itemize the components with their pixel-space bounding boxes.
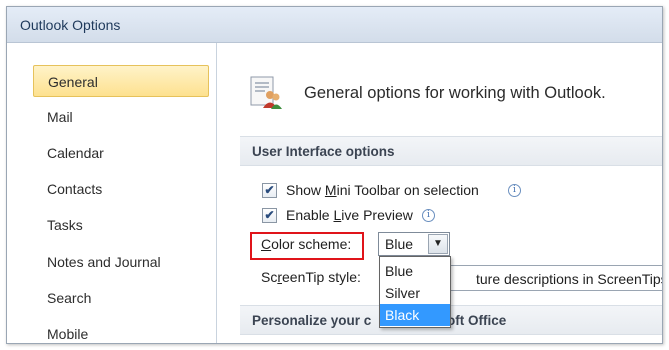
dropdown-option-black[interactable]: Black	[380, 304, 450, 326]
dropdown-option-silver[interactable]: Silver	[380, 282, 450, 304]
enable-live-preview-label[interactable]: Enable Live Preview	[286, 207, 413, 223]
label-text: Sc	[261, 269, 278, 285]
label-text: eenTip style:	[282, 269, 361, 285]
dropdown-option-blue[interactable]: Blue	[380, 260, 450, 282]
screentip-style-label: ScreenTip style:	[261, 269, 361, 285]
sidebar-item-mail[interactable]: Mail	[33, 101, 209, 133]
screentip-style-value: ture descriptions in ScreenTips	[476, 271, 663, 287]
general-options-panel: General options for working with Outlook…	[218, 43, 663, 343]
info-icon[interactable]: i	[422, 209, 435, 222]
color-scheme-value: Blue	[385, 236, 414, 252]
label-text: ini Toolbar on selection	[336, 182, 479, 198]
label-text: Enable	[286, 207, 334, 223]
label-text: Show	[286, 182, 325, 198]
enable-live-preview-checkbox[interactable]: ✔	[262, 208, 277, 223]
section-title: User Interface options	[252, 144, 395, 159]
color-scheme-select[interactable]: Blue ▼	[378, 232, 450, 256]
sidebar-item-general[interactable]: General	[33, 65, 209, 97]
window-title: Outlook Options	[20, 17, 121, 33]
show-mini-toolbar-label[interactable]: Show Mini Toolbar on selection	[286, 182, 479, 198]
chevron-down-icon[interactable]: ▼	[428, 234, 448, 254]
section-personalize-office: Personalize your c rosoft Office	[240, 305, 662, 335]
title-bar: Outlook Options	[7, 7, 662, 43]
access-key: M	[324, 182, 337, 198]
label-text: ive Preview	[341, 207, 413, 223]
options-sidebar: General Mail Calendar Contacts Tasks Not…	[7, 43, 217, 343]
sidebar-item-tasks[interactable]: Tasks	[33, 209, 209, 241]
sidebar-item-mobile[interactable]: Mobile	[33, 318, 209, 343]
sidebar-item-contacts[interactable]: Contacts	[33, 173, 209, 205]
label-text: olor scheme:	[271, 236, 352, 252]
access-key: C	[261, 236, 272, 252]
section-title-left: Personalize your c	[252, 313, 372, 328]
color-scheme-dropdown-list: Blue Silver Black	[379, 256, 451, 328]
sidebar-item-search[interactable]: Search	[33, 282, 209, 314]
sidebar-item-notes-and-journal[interactable]: Notes and Journal	[33, 246, 209, 278]
general-options-icon	[250, 76, 282, 109]
section-user-interface-options: User Interface options	[240, 136, 662, 166]
color-scheme-label: Color scheme:	[261, 236, 351, 252]
info-icon[interactable]: i	[508, 184, 521, 197]
show-mini-toolbar-checkbox[interactable]: ✔	[262, 183, 277, 198]
outlook-options-dialog: Outlook Options General Mail Calendar Co…	[6, 6, 663, 344]
page-title: General options for working with Outlook…	[304, 84, 606, 102]
sidebar-item-calendar[interactable]: Calendar	[33, 137, 209, 169]
